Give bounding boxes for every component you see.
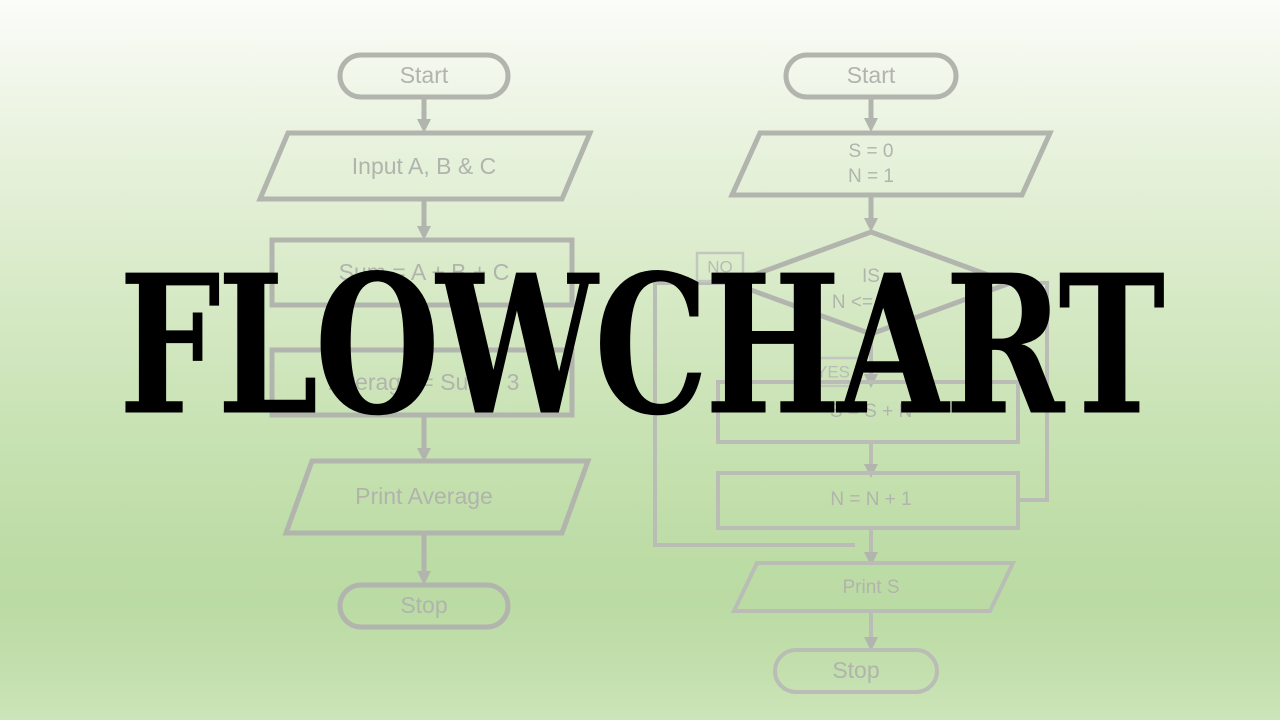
arrowhead-loopback	[1010, 276, 1024, 290]
sum-loop-flowchart: Start S = 0 N = 1 IS N <= 100 NO YES S =…	[653, 52, 1054, 694]
node-decision-label-line2: N <= 100	[832, 292, 910, 313]
node-prints-label: Print S	[842, 577, 899, 598]
node-init-label-line2: N = 1	[848, 166, 894, 187]
arrowhead-start2-to-init	[864, 118, 878, 132]
node-input-label: Input A, B & C	[352, 153, 496, 179]
connector-loopback	[1018, 281, 1049, 502]
flowchart-canvas: Start Input A, B & C Sum = A + B + C Ave…	[256, 52, 1054, 694]
node-start2-label: Start	[847, 62, 896, 88]
node-increment-label: N = N + 1	[830, 489, 911, 510]
node-average-label: Average = Sum / 3	[329, 369, 520, 395]
flowchart-slide: Start Input A, B & C Sum = A + B + C Ave…	[0, 0, 1280, 720]
connector-no-branch	[653, 281, 855, 547]
node-sum-label: Sum = A + B + C	[339, 259, 510, 285]
node-print-label: Print Average	[355, 483, 493, 509]
node-stop2-label: Stop	[832, 657, 879, 683]
node-start-label: Start	[400, 62, 449, 88]
branch-label-no: NO	[707, 257, 733, 276]
branch-label-yes: YES	[816, 362, 850, 381]
node-decision-label-line1: IS	[862, 266, 880, 287]
node-init-label-line1: S = 0	[849, 141, 894, 162]
node-accumulate-label: S = S + N	[830, 401, 912, 422]
node-stop-label: Stop	[400, 592, 447, 618]
average-flowchart: Start Input A, B & C Sum = A + B + C Ave…	[256, 52, 594, 630]
